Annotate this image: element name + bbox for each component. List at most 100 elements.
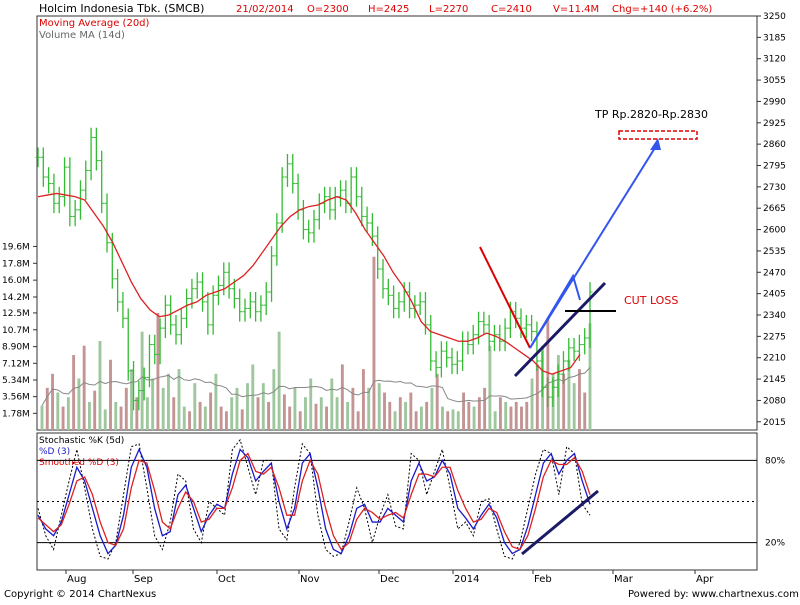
price-tick-label: 2210 bbox=[763, 354, 786, 364]
volume-tick-label: 10.7M bbox=[2, 326, 30, 336]
stock-chart: Holcim Indonesia Tbk. (SMCB) 21/02/2014 … bbox=[0, 0, 800, 600]
volume-bar bbox=[414, 411, 418, 430]
volume-bar bbox=[103, 409, 107, 430]
price-tick-label: 3055 bbox=[763, 76, 786, 86]
volume-bar bbox=[240, 409, 244, 430]
legend-volma: Volume MA (14d) bbox=[39, 30, 125, 41]
volume-bar bbox=[514, 401, 518, 430]
price-tick-label: 2860 bbox=[763, 140, 786, 150]
volume-bar bbox=[393, 411, 397, 430]
volume-bar bbox=[56, 392, 60, 430]
volume-bar bbox=[114, 401, 118, 430]
chart-canvas: Holcim Indonesia Tbk. (SMCB) 21/02/2014 … bbox=[2, 2, 799, 600]
price-tick-label: 2600 bbox=[763, 226, 786, 236]
volume-bar bbox=[182, 406, 186, 430]
price-tick-label: 2990 bbox=[763, 97, 786, 107]
volume-bar bbox=[304, 397, 307, 430]
volume-bar bbox=[177, 369, 181, 430]
volume-bar bbox=[224, 411, 228, 430]
price-tick-label: 2925 bbox=[763, 119, 786, 129]
volume-bar bbox=[451, 409, 455, 430]
volume-bar bbox=[93, 390, 97, 430]
volume-bar bbox=[282, 394, 286, 430]
volume-tick-label: 16.0M bbox=[2, 276, 30, 286]
volume-bar bbox=[472, 406, 476, 430]
volume-bar bbox=[509, 406, 513, 430]
price-tick-label: 2145 bbox=[763, 375, 786, 385]
volume-bar bbox=[172, 397, 176, 430]
volume-tick-label: 1.78M bbox=[2, 409, 30, 419]
volume-bar bbox=[498, 397, 502, 430]
month-tick-label: Oct bbox=[218, 574, 235, 585]
volume-tick-label: 5.34M bbox=[2, 376, 30, 386]
month-tick-label: Mar bbox=[614, 574, 634, 585]
volume-bar bbox=[130, 369, 134, 430]
volume-bar bbox=[578, 369, 581, 430]
volume-bar bbox=[372, 256, 376, 430]
price-tick-label: 2015 bbox=[763, 418, 786, 428]
volume-bar bbox=[488, 345, 492, 430]
volume-bar bbox=[145, 397, 149, 430]
volume-bar bbox=[383, 392, 386, 430]
volume-bar bbox=[135, 397, 139, 430]
month-tick-label: Aug bbox=[67, 574, 87, 585]
volume-bar bbox=[214, 373, 218, 430]
footer-copyright: Copyright © 2014 ChartNexus bbox=[4, 589, 156, 600]
volume-bar bbox=[525, 401, 529, 430]
volume-bar bbox=[198, 401, 202, 430]
legend-stoch-title: Stochastic %K (5d) bbox=[39, 436, 124, 446]
volume-bar bbox=[288, 406, 292, 430]
price-tick-label: 2470 bbox=[763, 268, 786, 278]
volume-bar bbox=[477, 397, 481, 430]
volume-bar bbox=[151, 378, 155, 430]
price-tick-label: 2080 bbox=[763, 396, 786, 406]
volume-bar bbox=[409, 392, 413, 430]
volume-bar bbox=[462, 392, 465, 430]
volume-bar bbox=[124, 387, 128, 430]
header-date: 21/02/2014 bbox=[236, 4, 294, 15]
volume-tick-label: 3.56M bbox=[2, 393, 30, 403]
volume-bar bbox=[61, 406, 65, 430]
price-tick-label: 2405 bbox=[763, 290, 786, 300]
header-low: L=2270 bbox=[429, 4, 468, 15]
volume-bar bbox=[40, 405, 44, 430]
price-tick-label: 3185 bbox=[763, 33, 786, 43]
month-tick-label: Nov bbox=[300, 574, 320, 585]
volume-bar bbox=[340, 364, 344, 430]
volume-bar bbox=[572, 383, 576, 430]
volume-bar bbox=[82, 345, 86, 430]
volume-bar bbox=[119, 406, 123, 430]
volume-bar bbox=[219, 406, 223, 430]
month-tick-label: Apr bbox=[696, 574, 714, 585]
header-open: O=2300 bbox=[307, 4, 349, 15]
volume-bar bbox=[330, 378, 334, 430]
volume-bar bbox=[404, 401, 408, 430]
price-tick-label: 2665 bbox=[763, 204, 786, 214]
stoch-level-label: 80% bbox=[765, 456, 785, 466]
volume-bar bbox=[267, 401, 271, 430]
volume-bar bbox=[45, 387, 49, 430]
volume-bar bbox=[188, 411, 191, 430]
volume-bar bbox=[493, 411, 497, 430]
volume-bar bbox=[425, 401, 429, 430]
volume-tick-label: 17.8M bbox=[2, 259, 30, 269]
price-tick-label: 3250 bbox=[763, 12, 786, 22]
volume-bar bbox=[520, 406, 523, 430]
legend-ma20: Moving Average (20d) bbox=[39, 18, 150, 29]
volume-bar bbox=[467, 401, 471, 430]
volume-bar bbox=[261, 383, 265, 430]
month-tick-label: Sep bbox=[134, 574, 153, 585]
volume-bar bbox=[193, 383, 197, 430]
volume-bar bbox=[335, 397, 339, 430]
volume-bar bbox=[583, 392, 587, 430]
volume-bar bbox=[230, 397, 234, 430]
target-price-label: TP Rp.2820-Rp.2830 bbox=[594, 108, 708, 121]
month-tick-label: Feb bbox=[534, 574, 552, 585]
volume-bar bbox=[51, 373, 54, 430]
header-high: H=2425 bbox=[368, 4, 409, 15]
volume-bar bbox=[246, 383, 249, 430]
price-tick-label: 2275 bbox=[763, 332, 786, 342]
volume-bar bbox=[504, 401, 508, 430]
volume-bar bbox=[325, 406, 328, 430]
volume-bar bbox=[256, 397, 260, 430]
